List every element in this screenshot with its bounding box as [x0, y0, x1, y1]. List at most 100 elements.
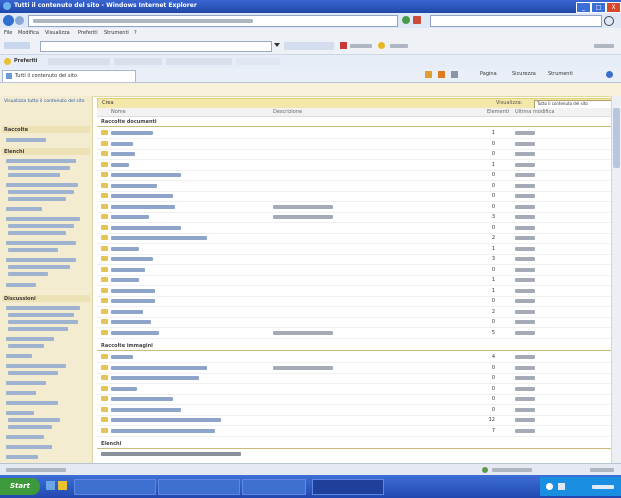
- favorite-link-2[interactable]: [114, 58, 162, 65]
- sidebar-link[interactable]: [8, 231, 66, 235]
- column-description[interactable]: Descrizione: [273, 109, 302, 115]
- search-icon[interactable]: [604, 16, 614, 26]
- library-name[interactable]: [111, 418, 221, 422]
- library-row[interactable]: 12: [97, 415, 613, 426]
- toolbar-search-input[interactable]: [40, 41, 272, 52]
- library-name[interactable]: [111, 173, 181, 177]
- library-row[interactable]: 0: [97, 191, 613, 202]
- favorite-link-1[interactable]: [48, 58, 110, 65]
- create-button[interactable]: Crea: [102, 100, 114, 106]
- sidebar-link[interactable]: [8, 166, 70, 170]
- help-icon[interactable]: [606, 71, 613, 78]
- sidebar-link[interactable]: [6, 283, 36, 287]
- library-name[interactable]: [111, 309, 143, 314]
- sidebar-link[interactable]: [6, 337, 54, 341]
- library-row[interactable]: 0: [97, 223, 613, 234]
- library-row[interactable]: 7: [97, 426, 613, 437]
- library-row[interactable]: 1: [97, 128, 613, 139]
- library-name[interactable]: [111, 152, 135, 156]
- library-name[interactable]: [111, 194, 173, 198]
- sidebar-link[interactable]: [8, 173, 60, 177]
- library-name[interactable]: [111, 365, 207, 370]
- taskbar-item[interactable]: [158, 479, 240, 495]
- library-row[interactable]: 0: [97, 363, 613, 374]
- sidebar-link[interactable]: [6, 207, 42, 211]
- library-name[interactable]: [111, 355, 133, 359]
- sidebar-link[interactable]: [8, 425, 52, 429]
- sidebar-link[interactable]: [8, 248, 58, 252]
- close-button[interactable]: X: [606, 2, 621, 13]
- library-row[interactable]: 2: [97, 233, 613, 244]
- library-row[interactable]: 0: [97, 394, 613, 405]
- library-row[interactable]: 0: [97, 296, 613, 307]
- library-name[interactable]: [111, 141, 133, 146]
- sidebar-link[interactable]: [8, 320, 78, 324]
- library-row[interactable]: 3: [97, 212, 613, 223]
- tools-menu[interactable]: Strumenti: [548, 71, 573, 77]
- sidebar-link[interactable]: [6, 381, 46, 385]
- sidebar-link[interactable]: [8, 371, 58, 375]
- column-modified[interactable]: Ultima modifica: [515, 109, 554, 115]
- taskbar-item[interactable]: [242, 479, 306, 495]
- library-row[interactable]: 5: [97, 328, 613, 339]
- library-name[interactable]: [111, 288, 155, 293]
- sidebar-link[interactable]: [8, 265, 70, 269]
- library-row[interactable]: 0: [97, 181, 613, 192]
- menu-edit[interactable]: Modifica: [18, 30, 39, 36]
- library-name[interactable]: [111, 299, 155, 303]
- sidebar-link[interactable]: [6, 183, 78, 187]
- menu-view[interactable]: Visualizza: [45, 30, 70, 36]
- taskbar-item-active[interactable]: [312, 479, 384, 495]
- favorites-label[interactable]: Preferiti: [14, 58, 37, 64]
- sidebar-link[interactable]: [6, 435, 44, 439]
- library-name[interactable]: [111, 376, 199, 380]
- zoom-label[interactable]: [590, 468, 614, 472]
- vertical-scrollbar[interactable]: [611, 96, 621, 463]
- library-name[interactable]: [111, 278, 139, 282]
- sidebar-link[interactable]: [8, 224, 74, 228]
- sidebar-link[interactable]: [8, 327, 68, 331]
- minimize-button[interactable]: _: [576, 2, 591, 13]
- sidebar-link[interactable]: [6, 455, 38, 459]
- search-input[interactable]: [430, 15, 602, 27]
- library-row[interactable]: 1: [97, 286, 613, 297]
- feeds-icon[interactable]: [438, 71, 445, 78]
- maximize-button[interactable]: □: [591, 2, 606, 13]
- print-icon[interactable]: [451, 71, 458, 78]
- library-row[interactable]: 0: [97, 202, 613, 213]
- library-row[interactable]: 0: [97, 265, 613, 276]
- address-input[interactable]: [28, 15, 398, 27]
- library-name[interactable]: [111, 267, 145, 272]
- sidebar-link[interactable]: [6, 391, 36, 395]
- sidebar-link[interactable]: [8, 272, 48, 276]
- library-row[interactable]: 0: [97, 149, 613, 160]
- sidebar-link[interactable]: [8, 190, 74, 194]
- quicklaunch-icon[interactable]: [58, 481, 67, 490]
- start-button[interactable]: Start: [0, 478, 40, 495]
- library-row[interactable]: 0: [97, 405, 613, 416]
- taskbar-item[interactable]: [74, 479, 156, 495]
- page-menu[interactable]: Pagina: [480, 71, 497, 77]
- library-name[interactable]: [111, 407, 181, 412]
- sidebar-link[interactable]: [8, 344, 44, 348]
- library-name[interactable]: [111, 183, 157, 188]
- sidebar-link[interactable]: [6, 138, 46, 142]
- favorite-link-4[interactable]: [236, 58, 280, 65]
- menu-tools[interactable]: Strumenti: [104, 30, 129, 36]
- toolbar-blocked-icon[interactable]: [340, 42, 347, 49]
- library-row[interactable]: 3: [97, 254, 613, 265]
- library-name[interactable]: [111, 386, 137, 391]
- sidebar-link[interactable]: [8, 418, 60, 422]
- sidebar-link[interactable]: [6, 411, 34, 415]
- menu-help[interactable]: ?: [134, 30, 137, 36]
- sidebar-link[interactable]: [6, 159, 76, 163]
- library-name[interactable]: [111, 131, 153, 135]
- library-name[interactable]: [111, 246, 139, 251]
- sidebar-link[interactable]: [8, 313, 74, 317]
- library-row[interactable]: 0: [97, 373, 613, 384]
- back-button[interactable]: [3, 15, 14, 26]
- library-row[interactable]: 4: [97, 352, 613, 363]
- sidebar-link[interactable]: [6, 364, 66, 368]
- library-name[interactable]: [111, 257, 153, 261]
- library-row[interactable]: 1: [97, 160, 613, 171]
